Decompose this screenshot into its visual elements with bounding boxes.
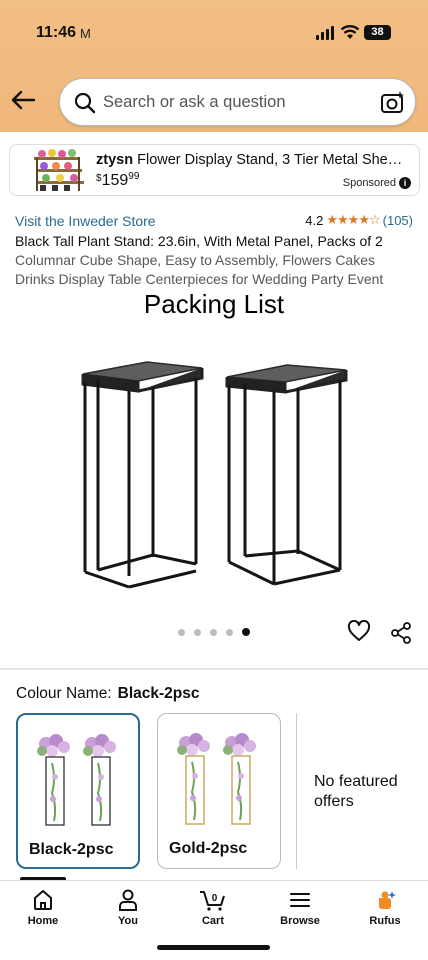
variant-swatch-black[interactable]: Black-2psc xyxy=(16,713,140,869)
header: 11:46 M 38 Search or ask a question xyxy=(0,0,428,132)
rating-value: 4.2 xyxy=(305,212,324,228)
plant-stand-left xyxy=(81,361,204,589)
cellular-signal-icon xyxy=(316,26,334,40)
carousel-dot[interactable] xyxy=(194,628,201,636)
sponsored-label[interactable]: Sponsored i xyxy=(343,177,411,189)
star-rating-icon: ★★★★☆ xyxy=(326,212,380,227)
visit-store-link[interactable]: Visit the Inweder Store xyxy=(15,213,156,229)
product-rating[interactable]: 4.2 ★★★★☆ (105) xyxy=(305,212,413,228)
variant-thumbnail-black xyxy=(37,734,116,826)
product-title-main: Black Tall Plant Stand: 23.6in, With Met… xyxy=(15,233,383,249)
carousel-dot[interactable] xyxy=(226,628,233,636)
variant-thumbnail-gold xyxy=(177,733,256,825)
variant-label: Gold-2psc xyxy=(169,840,248,857)
colour-name-row: Colour Name: Black-2psc xyxy=(16,685,199,703)
sponsored-ad-banner[interactable]: ztysn Flower Display Stand, 3 Tier Metal… xyxy=(9,144,420,196)
tab-browse[interactable]: Browse xyxy=(265,889,335,927)
tab-you[interactable]: You xyxy=(93,889,163,927)
colour-name-value: Black-2psc xyxy=(117,685,200,702)
cart-count: 0 xyxy=(212,893,218,904)
no-featured-offers-text: No featured offers xyxy=(314,773,398,810)
ad-price-whole: 159 xyxy=(101,172,129,189)
ad-brand: ztysn xyxy=(96,152,134,168)
product-title: Black Tall Plant Stand: 23.6in, With Met… xyxy=(15,232,415,289)
product-title-rest: Columnar Cube Shape, Easy to Assembly, F… xyxy=(15,252,384,287)
variant-label: Black-2psc xyxy=(29,841,114,858)
review-count[interactable]: (105) xyxy=(383,213,413,228)
info-icon[interactable]: i xyxy=(399,177,411,189)
battery-icon: 38 xyxy=(364,25,391,40)
tab-browse-label: Browse xyxy=(280,915,320,927)
tab-home-label: Home xyxy=(27,915,59,927)
vertical-divider xyxy=(296,713,297,869)
home-icon xyxy=(34,890,52,910)
cart-icon: 0 xyxy=(200,891,225,911)
tab-you-label: You xyxy=(118,915,138,927)
colour-name-label: Colour Name: xyxy=(16,685,112,702)
wifi-icon xyxy=(340,25,360,39)
carousel-dot[interactable] xyxy=(178,628,185,636)
share-icon[interactable] xyxy=(389,621,413,645)
ad-price-fraction: 99 xyxy=(128,171,140,182)
status-time: 11:46 xyxy=(36,24,77,41)
ad-price-currency: $ xyxy=(96,173,102,184)
mail-icon: M xyxy=(80,26,91,41)
tab-rufus-label: Rufus xyxy=(369,915,401,927)
ad-title-text: Flower Display Stand, 3 Tier Metal She… xyxy=(137,152,403,168)
sponsored-text: Sponsored xyxy=(342,177,396,189)
carousel-dot[interactable] xyxy=(210,628,217,636)
tab-cart[interactable]: 0 Cart xyxy=(178,889,248,927)
camera-search-icon[interactable] xyxy=(380,90,406,116)
image-caption: Packing List xyxy=(143,289,285,319)
tab-cart-label: Cart xyxy=(201,915,224,927)
rufus-icon xyxy=(379,891,396,909)
carousel-dot-active[interactable] xyxy=(242,628,250,636)
person-icon xyxy=(119,889,137,911)
image-carousel-dots[interactable] xyxy=(178,628,250,636)
tab-rufus[interactable]: Rufus xyxy=(350,889,420,927)
back-arrow-icon[interactable] xyxy=(10,88,36,112)
status-bar: 11:46 M 38 xyxy=(0,22,428,46)
product-image[interactable] xyxy=(0,285,428,615)
tab-home[interactable]: Home xyxy=(8,889,78,927)
ad-title[interactable]: ztysn Flower Display Stand, 3 Tier Metal… xyxy=(96,152,414,168)
section-divider xyxy=(0,668,428,670)
search-bar[interactable]: Search or ask a question xyxy=(59,78,416,126)
search-input[interactable]: Search or ask a question xyxy=(103,93,286,112)
search-icon xyxy=(74,92,96,114)
plant-stand-right xyxy=(225,364,348,586)
ad-price: $15999 xyxy=(96,171,140,190)
menu-icon xyxy=(290,893,310,907)
ad-product-thumbnail xyxy=(34,149,84,191)
heart-icon[interactable] xyxy=(347,620,371,642)
home-indicator xyxy=(157,945,270,950)
variant-swatch-gold[interactable]: Gold-2psc xyxy=(157,713,281,869)
